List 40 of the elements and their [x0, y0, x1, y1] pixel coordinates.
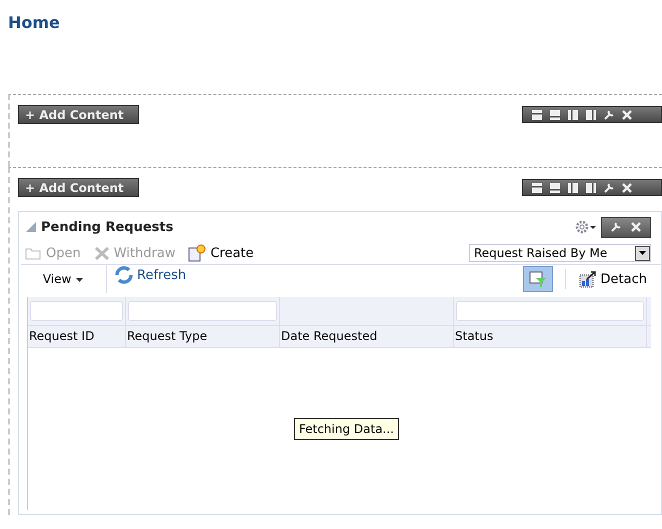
toolbar-button[interactable]: Create: [187, 244, 254, 262]
layout-bottom-icon[interactable]: [549, 182, 561, 194]
layout-sidebar-icon[interactable]: [585, 182, 597, 194]
loading-message: Fetching Data...: [294, 418, 399, 440]
detach-icon: [578, 270, 598, 288]
caret-icon: [75, 277, 84, 283]
wrench-icon[interactable]: [603, 108, 615, 120]
request-filter-dropdown[interactable]: Request Raised By Me: [469, 244, 651, 262]
wrench-icon[interactable]: [603, 182, 615, 194]
table-filter-icon: [528, 270, 547, 288]
cross-icon: [92, 245, 111, 261]
column-header[interactable]: Status: [454, 326, 647, 347]
add-content-button[interactable]: + Add Content: [18, 105, 139, 124]
refresh-icon: [113, 265, 135, 285]
dropdown-arrow-icon: [638, 250, 647, 256]
close-icon[interactable]: [621, 182, 633, 194]
layout-top-icon[interactable]: [531, 108, 543, 120]
layout-top-icon[interactable]: [531, 182, 543, 194]
layout-columns-icon[interactable]: [567, 108, 579, 120]
close-icon[interactable]: [630, 221, 642, 233]
view-menu[interactable]: View: [21, 265, 107, 293]
layout-columns-icon[interactable]: [567, 182, 579, 194]
filter-field[interactable]: [30, 301, 123, 321]
page-title: Home: [7, 12, 61, 33]
gear-icon[interactable]: [575, 220, 597, 234]
close-icon[interactable]: [621, 108, 633, 120]
detach-button[interactable]: Detach: [578, 270, 647, 288]
column-header[interactable]: Request ID: [28, 326, 126, 347]
new-document-icon: [187, 244, 208, 262]
filter-toggle-button[interactable]: [522, 266, 553, 292]
wrench-icon[interactable]: [610, 221, 622, 233]
filter-field[interactable]: [456, 301, 644, 321]
column-header[interactable]: Date Requested: [280, 326, 454, 347]
add-content-button[interactable]: + Add Content: [18, 178, 139, 197]
panel-title: Pending Requests: [41, 220, 174, 234]
refresh-button[interactable]: Refresh: [107, 265, 186, 285]
column-header[interactable]: Request Type: [126, 326, 280, 347]
layout-sidebar-icon[interactable]: [585, 108, 597, 120]
layout-bottom-icon[interactable]: [549, 108, 561, 120]
filter-field[interactable]: [128, 301, 277, 321]
